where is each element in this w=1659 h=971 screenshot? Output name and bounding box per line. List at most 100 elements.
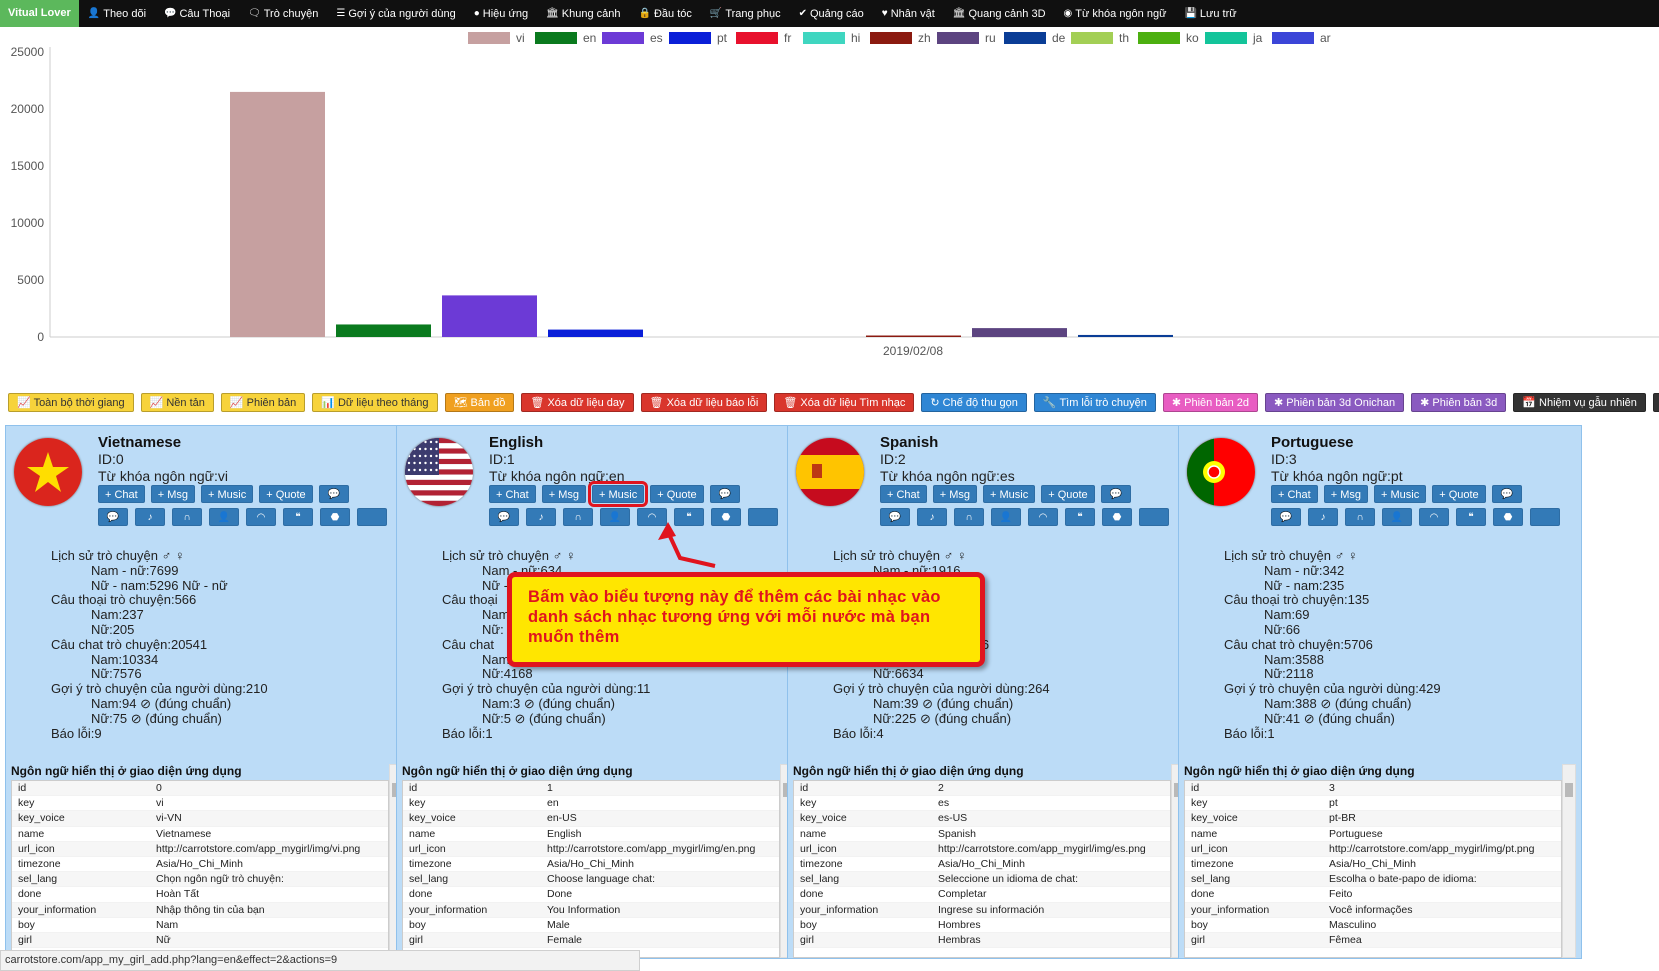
msg-button[interactable]: + Msg: [1323, 485, 1368, 503]
toolbar-button-13[interactable]: 📅 Nhiệm vụ gẫu nhiên: [1513, 393, 1646, 412]
msg-button[interactable]: + Msg: [541, 485, 586, 503]
android-button[interactable]: ⬣: [711, 508, 741, 526]
table-scrollbar[interactable]: [1562, 764, 1576, 958]
comment-button[interactable]: 💬: [98, 508, 128, 526]
nav-item-3[interactable]: ☰ Gợi ý của người dùng: [327, 8, 464, 20]
chat-button[interactable]: + Chat: [98, 485, 145, 503]
apple-button[interactable]: [748, 508, 778, 526]
nav-item-5[interactable]: 🏛 Khung cảnh: [537, 8, 629, 20]
headphones-button[interactable]: ∩: [172, 508, 202, 526]
table-key: sel_lang: [409, 873, 449, 886]
apple-button[interactable]: [1530, 508, 1560, 526]
record-icon: ◉: [1063, 8, 1073, 19]
toolbar-button-7[interactable]: 🗑 Xóa dữ liệu Tìm nhạc: [774, 393, 915, 412]
quote-button[interactable]: + Quote: [1041, 485, 1095, 503]
quote-button-label: Quote: [1057, 489, 1088, 501]
android-button[interactable]: ⬣: [1102, 508, 1132, 526]
user-button[interactable]: 👤: [600, 508, 630, 526]
toolbar-button-12[interactable]: ✱ Phiên bản 3d: [1411, 393, 1507, 412]
music-button[interactable]: + Music: [983, 485, 1036, 503]
chat-button[interactable]: + Chat: [880, 485, 927, 503]
apple-button[interactable]: [357, 508, 387, 526]
wifi-button[interactable]: ◠: [1419, 508, 1449, 526]
nav-item-7[interactable]: 🛒 Trang phục: [701, 8, 790, 20]
quote-button[interactable]: + Quote: [1432, 485, 1486, 503]
headphones-button[interactable]: ∩: [563, 508, 593, 526]
nav-item-0[interactable]: 👤 Theo dõi: [79, 8, 155, 20]
wifi-button[interactable]: ◠: [1028, 508, 1058, 526]
nav-item-1[interactable]: 💬 Câu Thoại: [155, 8, 239, 20]
toolbar-button-3[interactable]: 📊 Dữ liệu theo tháng: [312, 393, 438, 412]
user-button[interactable]: 👤: [991, 508, 1021, 526]
brand-link[interactable]: Vitual Lover: [0, 0, 79, 27]
quote-button[interactable]: ❝: [283, 508, 313, 526]
music-button[interactable]: + Music: [587, 481, 649, 507]
nav-item-8[interactable]: ✔ Quảng cáo: [790, 8, 873, 20]
toolbar-button-11[interactable]: ✱ Phiên bản 3d Onichan: [1264, 393, 1405, 412]
trash-icon: 🗑: [649, 397, 667, 409]
nav-item-11[interactable]: ◉ Từ khóa ngôn ngữ: [1055, 8, 1176, 20]
toolbar-button-5[interactable]: 🗑 Xóa dữ liệu day: [521, 393, 634, 412]
comments-button[interactable]: 💬: [318, 485, 349, 503]
quote-button[interactable]: + Quote: [650, 485, 704, 503]
nav-item-2[interactable]: 🗨 Trò chuyện: [239, 8, 327, 20]
headphones-button[interactable]: ∩: [954, 508, 984, 526]
apple-button[interactable]: [1139, 508, 1169, 526]
language-bar-chart: 25000 20000 15000 10000 5000 0 2019/02/08 vi en e…: [0, 27, 1659, 383]
nav-item-10[interactable]: 🏛 Quang cảnh 3D: [944, 8, 1055, 20]
trash-icon: 🗑: [783, 397, 801, 409]
comments-icon: 💬: [1500, 489, 1513, 500]
headphones-button[interactable]: ∩: [1345, 508, 1375, 526]
music-button[interactable]: + Music: [201, 485, 254, 503]
chat-button[interactable]: + Chat: [489, 485, 536, 503]
android-icon: ⬣: [330, 512, 340, 523]
android-button[interactable]: ⬣: [1493, 508, 1523, 526]
table-key: timezone: [800, 857, 843, 870]
comment-icon: 💬: [1279, 512, 1293, 523]
user-button[interactable]: 👤: [1382, 508, 1412, 526]
nav-item-6[interactable]: 🔒 Đầu tóc: [630, 8, 701, 20]
android-button[interactable]: ⬣: [320, 508, 350, 526]
comment-button[interactable]: 💬: [489, 508, 519, 526]
comment-button[interactable]: 💬: [1271, 508, 1301, 526]
music-button[interactable]: ♪: [526, 508, 556, 526]
music-button[interactable]: ♪: [135, 508, 165, 526]
chat-button-label: Chat: [505, 489, 529, 501]
comments-button[interactable]: 💬: [1491, 485, 1522, 503]
chat-button[interactable]: + Chat: [1271, 485, 1318, 503]
nav-item-4[interactable]: ● Hiệu ứng: [465, 8, 537, 20]
wifi-button[interactable]: ◠: [246, 508, 276, 526]
comments-button[interactable]: 💬: [1100, 485, 1131, 503]
comment-button[interactable]: 💬: [880, 508, 910, 526]
table-value: Você informações: [1329, 903, 1413, 916]
toolbar-button-4[interactable]: 🗺 Bản đồ: [444, 393, 515, 412]
toolbar-button-2[interactable]: 📈 Phiên bản: [220, 393, 306, 412]
music-button[interactable]: ♪: [1308, 508, 1338, 526]
toolbar-button-6[interactable]: 🗑 Xóa dữ liệu báo lỗi: [640, 393, 768, 412]
toolbar-button-10[interactable]: ✱ Phiên bản 2d: [1162, 393, 1258, 412]
stat-line: Nam - nữ:7699: [91, 562, 179, 578]
nav-item-12[interactable]: 💾 Lưu trữ: [1175, 8, 1245, 20]
music-button[interactable]: + Music: [1374, 485, 1427, 503]
stat-line: Nam:39 ⊘ (đúng chuẩn): [873, 695, 1014, 711]
comments-button[interactable]: 💬: [709, 485, 740, 503]
nav-item-9[interactable]: ♥ Nhân vật: [873, 8, 944, 20]
user-button[interactable]: 👤: [209, 508, 239, 526]
toolbar-button-9[interactable]: 🔧 Tìm lỗi trò chuyện: [1033, 393, 1156, 412]
music-button[interactable]: ♪: [917, 508, 947, 526]
toolbar-button-1[interactable]: 📈 Nền tản: [140, 393, 214, 412]
table-row: girl Hembras: [794, 932, 1170, 949]
toolbar-button-14[interactable]: 📅 G: [1652, 393, 1659, 412]
toolbar-button-0[interactable]: 📈 Toàn bộ thời giang: [8, 393, 134, 412]
scrollbar-thumb[interactable]: [1565, 783, 1573, 797]
msg-button[interactable]: + Msg: [150, 485, 195, 503]
msg-button[interactable]: + Msg: [932, 485, 977, 503]
toolbar-button-8[interactable]: ↻ Chế độ thu gọn: [921, 393, 1027, 412]
quote-button[interactable]: ❝: [1065, 508, 1095, 526]
quote-button[interactable]: ❝: [1456, 508, 1486, 526]
language-key: Từ khóa ngôn ngữ:vi: [98, 468, 229, 484]
quote-button[interactable]: ❝: [674, 508, 704, 526]
quote-button[interactable]: + Quote: [259, 485, 313, 503]
wifi-button[interactable]: ◠: [637, 508, 667, 526]
table-row: sel_lang Choose language chat:: [403, 872, 779, 888]
